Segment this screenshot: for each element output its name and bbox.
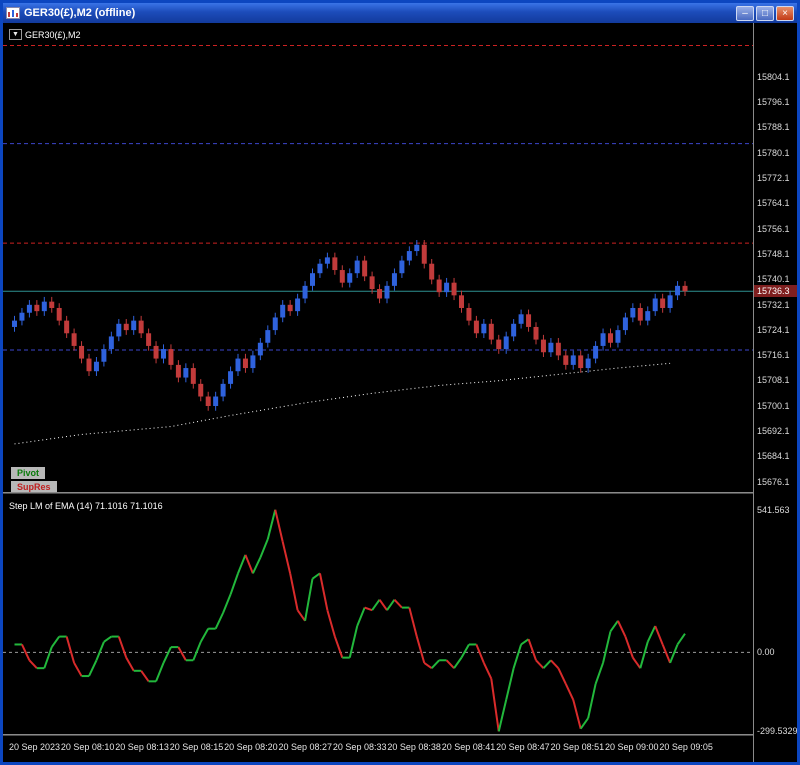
time-label: 20 Sep 08:33 [332,742,387,752]
window-titlebar[interactable]: GER30(£),M2 (offline) – □ × [3,3,797,23]
price-tick: 15796.1 [757,97,790,108]
close-button[interactable]: × [776,5,794,21]
price-tick: 15788.1 [757,122,790,133]
indicator-axis-label: 541.563 [757,504,790,515]
price-tick: 15748.1 [757,248,790,259]
symbol-name: GER30(£),M2 [24,29,81,40]
main-chart-svg[interactable] [3,25,753,492]
time-label: 20 Sep 08:41 [441,742,496,752]
legend-pivot-label: Pivot [11,467,46,479]
price-tick: 15740.1 [757,274,790,285]
current-price-badge: 15736.3 [754,285,797,298]
indicator-axis-label: -299.5329 [757,726,797,737]
price-tick: 15772.1 [757,173,790,184]
price-tick: 15716.1 [757,350,790,361]
minimize-button[interactable]: – [736,5,754,21]
chart-window: GER30(£),M2 (offline) – □ × ▼ GER30(£),M… [0,0,800,765]
chevron-down-icon[interactable]: ▼ [9,29,22,40]
time-label: 20 Sep 08:13 [115,742,169,752]
price-tick: 15764.1 [757,198,790,209]
time-label: 20 Sep 08:47 [496,742,550,752]
window-title: GER30(£),M2 (offline) [24,7,136,19]
price-tick: 15804.1 [757,71,790,82]
time-label: 20 Sep 08:10 [60,742,115,752]
price-tick: 15724.1 [757,324,790,335]
time-label: 20 Sep 09:05 [659,742,713,752]
indicator-legend: Pivot SupRes [11,467,57,493]
price-tick: 15676.1 [757,476,790,487]
chart-window-icon [6,7,20,19]
price-tick: 15756.1 [757,223,790,234]
chart-symbol-label: ▼ GER30(£),M2 [9,29,80,40]
time-axis[interactable]: 20 Sep 2023 20 Sep 08:10 20 Sep 08:13 20 Se… [3,737,753,762]
price-tick: 15708.1 [757,375,790,386]
restore-button[interactable]: □ [756,5,774,21]
time-label: 20 Sep 08:38 [387,742,441,752]
price-tick: 15780.1 [757,147,790,158]
time-label: 20 Sep 08:51 [550,742,605,752]
indicator-title: Step LM of EMA (14) 71.1016 71.1016 [9,501,163,511]
price-axis[interactable]: 15736.3 15804.1 15796.1 15788.1 15780.1 1577… [753,23,797,762]
time-label: 20 Sep 08:20 [224,742,278,752]
time-axis-divider [3,734,753,736]
price-tick: 15692.1 [757,425,790,436]
indicator-axis-label: 0.00 [757,647,775,658]
indicator-svg[interactable] [3,497,753,734]
panel-divider[interactable] [3,492,753,494]
time-label: 20 Sep 09:00 [604,742,659,752]
chart-content: ▼ GER30(£),M2 Pivot SupRes Step LM of EM… [3,23,797,762]
price-tick: 15684.1 [757,451,790,462]
time-label: 20 Sep 08:27 [278,742,333,752]
price-tick: 15732.1 [757,299,790,310]
price-tick: 15700.1 [757,400,790,411]
time-label: 20 Sep 2023 [9,742,61,752]
time-label: 20 Sep 08:15 [169,742,224,752]
